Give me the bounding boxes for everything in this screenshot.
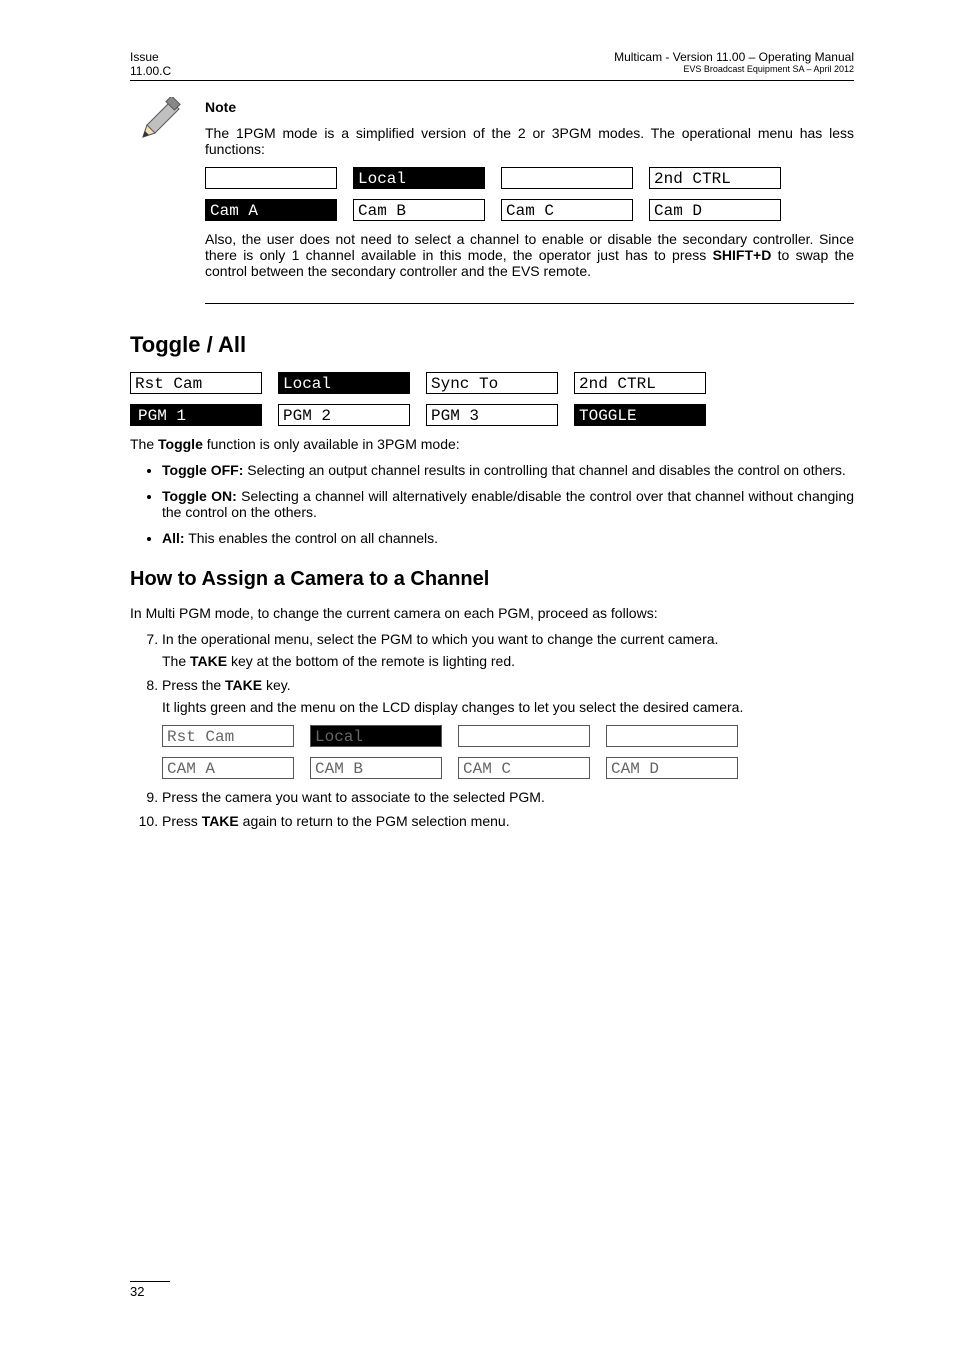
toggle-off-label: Toggle OFF: — [162, 462, 243, 478]
toggle-heading: Toggle / All — [130, 332, 854, 358]
lcd-cell: CAM D — [606, 757, 738, 779]
issue-number: 11.00.C — [130, 64, 171, 78]
lcd-cell: TOGGLE — [574, 404, 706, 426]
assign-lcd-row-2: CAM A CAM B CAM C CAM D — [162, 757, 854, 779]
take-key: TAKE — [202, 813, 239, 829]
toggle-word: Toggle — [158, 436, 203, 452]
lcd-cell — [501, 167, 633, 189]
assign-lcd-row-1: Rst Cam Local — [162, 725, 854, 747]
lcd-cell: 2nd CTRL — [649, 167, 781, 189]
toggle-intro: The Toggle function is only available in… — [130, 436, 854, 452]
text: This enables the control on all channels… — [185, 530, 438, 546]
text: function is only available in 3PGM mode: — [203, 436, 460, 452]
note-p1: The 1PGM mode is a simplified version of… — [205, 125, 854, 157]
lcd-cell: PGM 3 — [426, 404, 558, 426]
step-7-sub: The TAKE key at the bottom of the remote… — [162, 653, 854, 669]
list-item: In the operational menu, select the PGM … — [162, 631, 854, 669]
lcd-cell: Cam B — [353, 199, 485, 221]
lcd-cell — [205, 167, 337, 189]
list-item: Press the camera you want to associate t… — [162, 789, 854, 805]
lcd-cell: PGM 1 — [130, 404, 262, 426]
issue-label: Issue — [130, 50, 171, 64]
lcd-cell: Cam A — [205, 199, 337, 221]
step-7-text: In the operational menu, select the PGM … — [162, 631, 718, 647]
assign-steps-2: Press the camera you want to associate t… — [130, 789, 854, 829]
note-heading: Note — [205, 99, 854, 115]
lcd-cell: Cam C — [501, 199, 633, 221]
lcd-cell: Local — [310, 725, 442, 747]
lcd-cell: Local — [353, 167, 485, 189]
assign-lcd: Rst Cam Local CAM A CAM B CAM C CAM D — [162, 725, 854, 779]
step-8-sub: It lights green and the menu on the LCD … — [162, 699, 854, 715]
lcd-cell: CAM A — [162, 757, 294, 779]
pencil-icon — [135, 97, 183, 145]
toggle-lcd-row-2: PGM 1 PGM 2 PGM 3 TOGGLE — [130, 404, 854, 426]
all-label: All: — [162, 530, 185, 546]
assign-heading: How to Assign a Camera to a Channel — [130, 568, 854, 591]
doc-title: Multicam - Version 11.00 – Operating Man… — [614, 50, 854, 64]
list-item: All: This enables the control on all cha… — [162, 530, 854, 546]
text: again to return to the PGM selection men… — [239, 813, 510, 829]
note-lcd-row-2: Cam A Cam B Cam C Cam D — [205, 199, 854, 221]
lcd-cell: CAM B — [310, 757, 442, 779]
lcd-cell: 2nd CTRL — [574, 372, 706, 394]
lcd-cell: Local — [278, 372, 410, 394]
list-item: Press TAKE again to return to the PGM se… — [162, 813, 854, 829]
text: Selecting a channel will alternatively e… — [162, 488, 854, 520]
note-lcd-row-1: Local 2nd CTRL — [205, 167, 854, 189]
toggle-on-label: Toggle ON: — [162, 488, 237, 504]
page-header: Issue 11.00.C Multicam - Version 11.00 –… — [130, 50, 854, 81]
take-key: TAKE — [225, 677, 262, 693]
text: Selecting an output channel results in c… — [243, 462, 845, 478]
toggle-lcd-row-1: Rst Cam Local Sync To 2nd CTRL — [130, 372, 854, 394]
lcd-cell — [606, 725, 738, 747]
assign-intro: In Multi PGM mode, to change the current… — [130, 605, 854, 621]
text: The — [130, 436, 158, 452]
note-p2: Also, the user does not need to select a… — [205, 231, 854, 279]
lcd-cell — [458, 725, 590, 747]
lcd-cell: Rst Cam — [162, 725, 294, 747]
note-block: Note The 1PGM mode is a simplified versi… — [205, 99, 854, 304]
text: Press — [162, 813, 202, 829]
list-item: Toggle ON: Selecting a channel will alte… — [162, 488, 854, 520]
toggle-bullets: Toggle OFF: Selecting an output channel … — [130, 462, 854, 546]
lcd-cell: Rst Cam — [130, 372, 262, 394]
text: Press the — [162, 677, 225, 693]
assign-steps: In the operational menu, select the PGM … — [130, 631, 854, 715]
header-right: Multicam - Version 11.00 – Operating Man… — [614, 50, 854, 78]
step-9-text: Press the camera you want to associate t… — [162, 789, 545, 805]
shift-d-key: SHIFT+D — [713, 247, 772, 263]
lcd-cell: CAM C — [458, 757, 590, 779]
list-item: Press the TAKE key. It lights green and … — [162, 677, 854, 715]
lcd-cell: PGM 2 — [278, 404, 410, 426]
list-item: Toggle OFF: Selecting an output channel … — [162, 462, 854, 478]
text: key at the bottom of the remote is light… — [227, 653, 515, 669]
doc-subtitle: EVS Broadcast Equipment SA – April 2012 — [614, 64, 854, 74]
text: The — [162, 653, 190, 669]
take-key: TAKE — [190, 653, 227, 669]
lcd-cell: Cam D — [649, 199, 781, 221]
lcd-cell: Sync To — [426, 372, 558, 394]
text: key. — [262, 677, 291, 693]
page: Issue 11.00.C Multicam - Version 11.00 –… — [0, 0, 954, 1349]
header-left: Issue 11.00.C — [130, 50, 171, 78]
page-number: 32 — [130, 1281, 170, 1299]
